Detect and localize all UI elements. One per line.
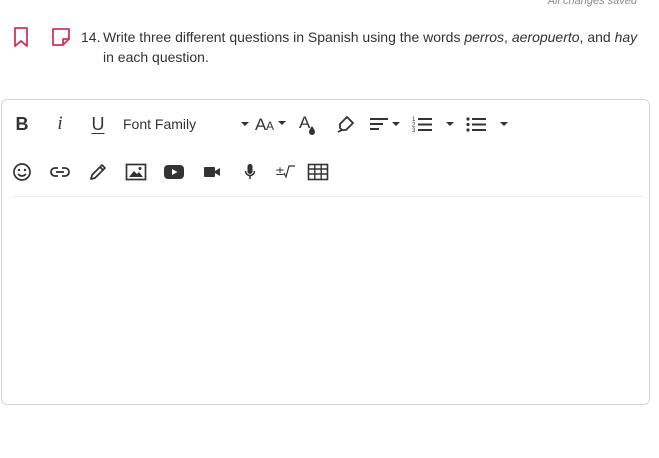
save-status: All changes saved — [547, 0, 637, 7]
highlight-icon — [337, 116, 354, 133]
math-equation-button[interactable]: ± — [272, 152, 298, 192]
highlight-button[interactable] — [334, 104, 358, 144]
text-color-icon: A — [299, 113, 315, 135]
italic-button[interactable]: i — [48, 104, 72, 144]
question-keyword: perros — [464, 29, 505, 45]
question-text-part: , — [504, 29, 512, 45]
underline-label: U — [91, 113, 105, 134]
draw-button[interactable] — [86, 152, 110, 192]
insert-image-button[interactable] — [124, 152, 148, 192]
question-number: 14. — [81, 29, 101, 45]
text-color-button[interactable]: A — [296, 104, 320, 144]
image-icon — [125, 163, 147, 181]
youtube-icon — [164, 165, 184, 179]
rich-text-editor: B i U Font Family A A A 1 2 3 ± — [1, 99, 650, 405]
underline-button[interactable]: U — [86, 104, 110, 144]
svg-text:A: A — [266, 119, 274, 133]
svg-text:A: A — [299, 113, 311, 132]
question-text-part: Write three different questions in Spani… — [103, 29, 465, 45]
font-size-icon: A A — [255, 115, 286, 134]
question-text-part: , and — [579, 29, 615, 45]
question-text-part: in each question. — [103, 49, 209, 65]
unordered-list-button[interactable] — [464, 104, 488, 144]
question-row: 14. Write three different questions in S… — [10, 26, 655, 67]
record-video-button[interactable] — [200, 152, 224, 192]
record-audio-button[interactable] — [238, 152, 262, 192]
font-size-button[interactable]: A A — [254, 104, 288, 144]
youtube-button[interactable] — [162, 152, 186, 192]
emoji-button[interactable] — [10, 152, 34, 192]
chevron-down-icon — [500, 122, 508, 126]
svg-text:±: ± — [275, 164, 285, 178]
toolbar-row-insert: ± — [2, 152, 649, 192]
align-icon — [370, 118, 400, 130]
unordered-list-dropdown[interactable] — [496, 104, 512, 144]
microphone-icon — [244, 164, 256, 179]
emoji-icon — [13, 163, 31, 181]
question-keyword: aeropuerto — [511, 29, 580, 45]
bookmark-icon[interactable] — [10, 26, 32, 48]
unordered-list-icon — [466, 117, 486, 132]
ordered-list-icon: 1 2 3 — [412, 117, 432, 134]
insert-table-button[interactable] — [306, 152, 330, 192]
pencil-icon — [90, 164, 106, 180]
ordered-list-button[interactable]: 1 2 3 — [410, 104, 434, 144]
video-icon — [204, 167, 220, 177]
bold-button[interactable]: B — [10, 104, 34, 144]
question-text: Write three different questions in Spani… — [103, 26, 651, 67]
link-icon — [50, 167, 70, 177]
chevron-down-icon — [241, 122, 249, 126]
toolbar-row-formatting: B i U Font Family A A A 1 2 3 — [2, 104, 649, 144]
math-icon: ± — [275, 164, 295, 179]
bold-label: B — [15, 113, 29, 134]
svg-text:3: 3 — [412, 128, 416, 134]
question-keyword: hay — [614, 29, 638, 45]
editor-content-area[interactable] — [2, 198, 649, 404]
table-icon — [307, 163, 329, 181]
align-button[interactable] — [368, 104, 402, 144]
link-button[interactable] — [48, 152, 72, 192]
note-icon[interactable] — [50, 26, 72, 48]
assignment-question-page: All changes saved 14. Write three differ… — [0, 0, 659, 458]
font-family-dropdown[interactable]: Font Family — [123, 104, 249, 144]
chevron-down-icon — [446, 122, 454, 126]
italic-label: i — [57, 113, 63, 134]
toolbar-divider — [12, 196, 642, 197]
font-family-label: Font Family — [123, 116, 197, 132]
ordered-list-dropdown[interactable] — [442, 104, 458, 144]
